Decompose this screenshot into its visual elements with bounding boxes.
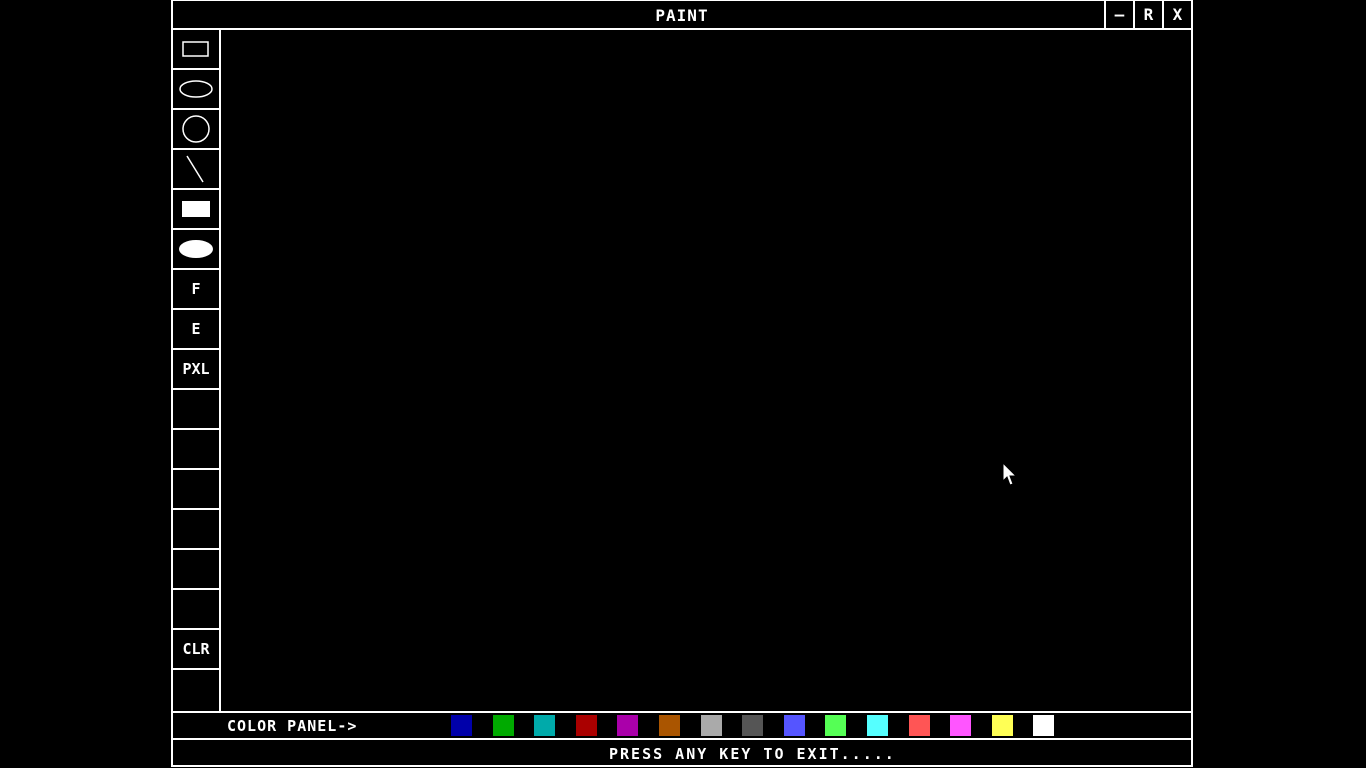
color-swatch[interactable]: [950, 715, 972, 736]
status-bar: PRESS ANY KEY TO EXIT.....: [173, 740, 1191, 768]
color-swatch[interactable]: [451, 715, 472, 736]
empty-tool-slot[interactable]: [173, 550, 219, 590]
clear-button[interactable]: CLR: [173, 630, 219, 670]
color-swatch[interactable]: [617, 715, 639, 736]
color-swatch[interactable]: [908, 715, 930, 736]
title-bar: PAINT – R X: [173, 1, 1191, 30]
empty-tool-slot[interactable]: [173, 590, 219, 630]
minimize-button[interactable]: –: [1104, 1, 1133, 29]
close-button[interactable]: X: [1162, 1, 1191, 29]
empty-tool-slot[interactable]: [173, 430, 219, 470]
color-panel-label: COLOR PANEL->: [227, 717, 358, 735]
mouse-pointer-icon: [1002, 462, 1018, 486]
color-swatch[interactable]: [575, 715, 597, 736]
ellipse-filled-icon: [179, 240, 213, 258]
color-swatch[interactable]: [1033, 715, 1055, 736]
rectangle-filled-icon: [182, 201, 210, 217]
circle-tool[interactable]: [173, 110, 219, 150]
window-title: PAINT: [655, 6, 709, 25]
line-tool[interactable]: [173, 150, 219, 190]
color-swatch[interactable]: [534, 715, 556, 736]
color-swatch[interactable]: [659, 715, 680, 736]
paint-window: PAINT – R X F E PXL CLR COLOR PANEL-> PR…: [171, 0, 1193, 767]
drawing-canvas[interactable]: [221, 30, 1191, 712]
color-swatch[interactable]: [867, 715, 888, 736]
empty-tool-slot[interactable]: [173, 390, 219, 430]
fill-tool[interactable]: F: [173, 270, 219, 310]
color-swatch[interactable]: [700, 715, 722, 736]
restore-button[interactable]: R: [1133, 1, 1162, 29]
line-icon: [186, 155, 204, 183]
color-swatch[interactable]: [742, 715, 764, 736]
circle-outline-icon: [182, 115, 210, 143]
empty-tool-slot[interactable]: [173, 470, 219, 510]
rectangle-tool[interactable]: [173, 30, 219, 70]
filled-rectangle-tool[interactable]: [173, 190, 219, 230]
eraser-tool[interactable]: E: [173, 310, 219, 350]
color-swatch[interactable]: [492, 715, 514, 736]
tool-panel: F E PXL CLR: [173, 30, 221, 712]
color-panel: COLOR PANEL->: [173, 711, 1191, 740]
pixel-tool[interactable]: PXL: [173, 350, 219, 390]
color-swatch[interactable]: [991, 715, 1013, 736]
ellipse-tool[interactable]: [173, 70, 219, 110]
rectangle-outline-icon: [182, 41, 209, 57]
color-swatch[interactable]: [825, 715, 847, 736]
color-swatch[interactable]: [783, 715, 805, 736]
status-message: PRESS ANY KEY TO EXIT.....: [609, 745, 896, 763]
empty-tool-slot[interactable]: [173, 510, 219, 550]
ellipse-outline-icon: [179, 80, 213, 98]
filled-ellipse-tool[interactable]: [173, 230, 219, 270]
